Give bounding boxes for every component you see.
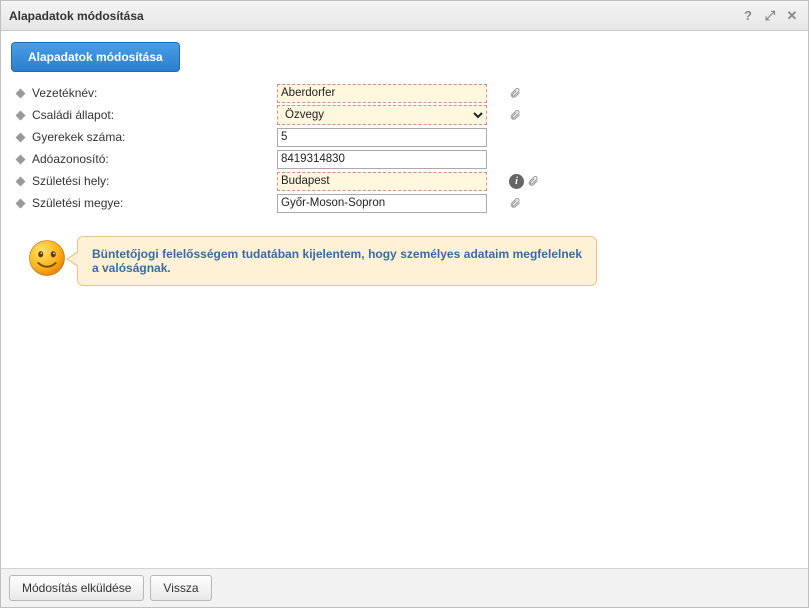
bullet-icon [16, 154, 26, 164]
row-vezeteknev: Vezetéknév: [11, 82, 798, 104]
info-icon[interactable]: i [509, 174, 524, 189]
paperclip-icon[interactable] [509, 197, 521, 209]
row-szuletesi-megye: Születési megye: [11, 192, 798, 214]
select-csaladi-allapot[interactable]: Özvegy [277, 105, 487, 125]
paperclip-icon[interactable] [527, 175, 539, 187]
input-szuletesi-megye[interactable] [277, 194, 487, 213]
footer-bar: Módosítás elküldése Vissza [1, 568, 808, 607]
bullet-icon [16, 176, 26, 186]
close-icon[interactable]: ✕ [784, 8, 800, 24]
label-csaladi-allapot: Családi állapot: [32, 108, 114, 122]
input-vezeteknev[interactable] [277, 84, 487, 103]
row-gyerekek-szama: Gyerekek száma: [11, 126, 798, 148]
paperclip-icon[interactable] [509, 109, 521, 121]
submit-button[interactable]: Módosítás elküldése [9, 575, 144, 601]
label-gyerekek-szama: Gyerekek száma: [32, 130, 125, 144]
bullet-icon [16, 132, 26, 142]
input-adoazonosito[interactable] [277, 150, 487, 169]
declaration-bubble: Büntetőjogi felelősségem tudatában kijel… [77, 236, 597, 286]
label-adoazonosito: Adóazonosító: [32, 152, 109, 166]
paperclip-icon[interactable] [509, 87, 521, 99]
dialog-window: Alapadatok módosítása ? ⤢ ✕ Alapadatok m… [0, 0, 809, 608]
tab-alapadatok[interactable]: Alapadatok módosítása [11, 42, 180, 72]
row-csaladi-allapot: Családi állapot: Özvegy [11, 104, 798, 126]
label-vezeteknev: Vezetéknév: [32, 86, 97, 100]
help-icon[interactable]: ? [740, 8, 756, 24]
content-area: Alapadatok módosítása Vezetéknév: [1, 31, 808, 568]
bullet-icon [16, 88, 26, 98]
input-gyerekek-szama[interactable] [277, 128, 487, 147]
form: Vezetéknév: Családi állapot: [11, 82, 798, 214]
row-adoazonosito: Adóazonosító: [11, 148, 798, 170]
input-szuletesi-hely[interactable] [277, 172, 487, 191]
declaration-text: Büntetőjogi felelősségem tudatában kijel… [92, 247, 582, 275]
title-bar: Alapadatok módosítása ? ⤢ ✕ [1, 1, 808, 31]
label-szuletesi-hely: Születési hely: [32, 174, 109, 188]
back-button[interactable]: Vissza [150, 575, 211, 601]
window-title: Alapadatok módosítása [9, 9, 144, 23]
bullet-icon [16, 110, 26, 120]
bullet-icon [16, 198, 26, 208]
declaration-row: Büntetőjogi felelősségem tudatában kijel… [17, 236, 798, 286]
maximize-icon[interactable]: ⤢ [762, 8, 778, 24]
row-szuletesi-hely: Születési hely: i [11, 170, 798, 192]
label-szuletesi-megye: Születési megye: [32, 196, 123, 210]
